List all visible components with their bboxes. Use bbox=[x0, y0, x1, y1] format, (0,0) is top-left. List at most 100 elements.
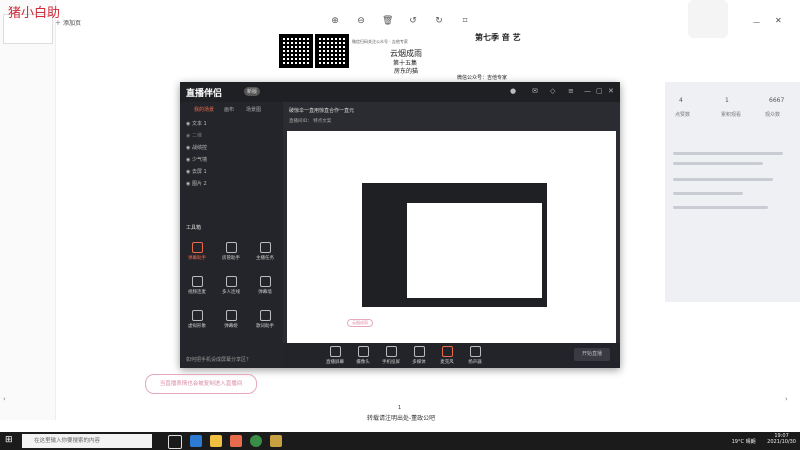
tool-room-admin[interactable]: 房管助手 bbox=[218, 242, 244, 264]
button-screen-share[interactable]: 直播屏幕 bbox=[323, 346, 347, 365]
app-logo: 直播伴侣 bbox=[186, 89, 223, 99]
app-icon[interactable] bbox=[230, 435, 242, 447]
file-explorer-icon[interactable] bbox=[210, 435, 222, 447]
delete-icon[interactable]: 🗑 bbox=[382, 16, 393, 26]
windows-start-icon[interactable]: ⊞ bbox=[5, 435, 15, 445]
zoom-in-icon[interactable]: ⊕ bbox=[330, 16, 340, 26]
multi-link-icon bbox=[225, 276, 237, 287]
layer-item[interactable]: ◉ 去屏 1 bbox=[186, 168, 207, 175]
chrome-icon[interactable] bbox=[250, 435, 262, 447]
media-icon bbox=[413, 346, 425, 357]
crop-icon[interactable]: ⌗ bbox=[460, 16, 470, 26]
doc-footer: 转载请注明出处-董政公吧 bbox=[367, 415, 436, 422]
window-maximize-icon[interactable]: ▢ bbox=[596, 87, 603, 95]
plus-icon: ＋ bbox=[55, 20, 62, 27]
stat-label: 观众数 bbox=[765, 112, 781, 118]
task-icon bbox=[259, 242, 271, 253]
tool-streamer-task[interactable]: 主播任务 bbox=[252, 242, 278, 264]
windows-taskbar: ⊞ 在这里输入你要搜索的内容 19°C 晴朗 19:07 2021/10/30 bbox=[0, 432, 800, 450]
message-icon[interactable]: ✉ bbox=[532, 87, 538, 95]
app-titlebar: 直播伴侣 新版 ● ✉ ◇ ≡ — ▢ ✕ bbox=[180, 82, 620, 102]
watermark-logo: 猪小白助 bbox=[8, 6, 61, 21]
menu-icon[interactable]: ≡ bbox=[568, 87, 574, 95]
chat-line bbox=[673, 206, 768, 209]
tab-my-scene[interactable]: 我的场景 bbox=[194, 106, 214, 113]
avatar-icon bbox=[191, 310, 203, 321]
app-icon[interactable] bbox=[270, 435, 282, 447]
phone-icon bbox=[385, 346, 397, 357]
tool-multi-link[interactable]: 多人连线 bbox=[218, 276, 244, 298]
nested-screen-capture bbox=[362, 183, 547, 307]
add-page-label: 添加页 bbox=[62, 20, 81, 27]
layer-item[interactable]: ◉ 文本 1 bbox=[186, 120, 207, 127]
doc-artist: 房东的猫 bbox=[394, 68, 419, 75]
tab-canvas[interactable]: 画布 bbox=[224, 106, 234, 113]
handwritten-annotation: 当直播表情也会被复制进入直播间 bbox=[145, 374, 257, 394]
clock-date[interactable]: 2021/10/30 bbox=[767, 439, 796, 445]
chat-line bbox=[673, 178, 773, 181]
button-phone-cast[interactable]: 手机投屏 bbox=[379, 346, 403, 365]
tool-danmaku-helper[interactable]: 弹幕助手 bbox=[184, 242, 210, 264]
preview-area: 破惊伞一直用惊直合作一直元 直播间ID： 特点文案 云烟成雨 直播屏幕 摄像头 … bbox=[283, 102, 620, 368]
tool-danmaku-ji[interactable]: 弹幕姬 bbox=[218, 310, 244, 332]
chat-line bbox=[673, 162, 763, 165]
avatar[interactable]: ● bbox=[510, 87, 516, 95]
tool-lyrics[interactable]: 歌词助手 bbox=[252, 310, 278, 332]
tab-scene-image[interactable]: 场景图 bbox=[246, 106, 261, 113]
layer-item[interactable]: ◉ 图片 2 bbox=[186, 180, 207, 187]
minimize-icon[interactable]: — bbox=[753, 18, 760, 26]
stat-value: 6667 bbox=[769, 97, 785, 104]
doc-qr-caption: 微信公众号：吉他专家 bbox=[457, 75, 508, 81]
overlay-note: 云烟成雨 bbox=[347, 319, 373, 327]
page-thumbnail-panel bbox=[0, 0, 56, 420]
tool-virtual-avatar[interactable]: 虚拟形象 bbox=[184, 310, 210, 332]
button-multimedia[interactable]: 多媒体 bbox=[407, 346, 431, 365]
window-minimize-icon[interactable]: — bbox=[584, 87, 591, 95]
edge-icon[interactable] bbox=[190, 435, 202, 447]
start-live-button[interactable]: 开始直播 bbox=[574, 348, 610, 361]
room-subtitle: 直播间ID： 特点文案 bbox=[289, 119, 332, 124]
next-page-icon[interactable]: › bbox=[785, 395, 788, 403]
task-view-icon[interactable] bbox=[168, 435, 182, 449]
layer-item[interactable]: ◉ 战绩控 bbox=[186, 144, 207, 151]
prev-page-icon[interactable]: ‹ bbox=[3, 395, 6, 403]
button-speaker[interactable]: 扬声器 bbox=[463, 346, 487, 365]
layer-item[interactable]: ◉ 二维 bbox=[186, 132, 202, 139]
layer-item[interactable]: ◉ 少气墙 bbox=[186, 156, 207, 163]
scene-sidebar: 我的场景 画布 场景图 ◉ 文本 1 ◉ 二维 ◉ 战绩控 ◉ 少气墙 ◉ 去屏… bbox=[180, 102, 283, 368]
source-toolbar: 直播屏幕 摄像头 手机投屏 多媒体 麦克风 扬声器 开始直播 bbox=[283, 343, 620, 368]
danmaku-icon bbox=[191, 242, 203, 253]
close-icon[interactable]: ✕ bbox=[775, 16, 782, 25]
weather-text[interactable]: 19°C 晴朗 bbox=[732, 439, 756, 445]
video-icon bbox=[191, 276, 203, 287]
zoom-out-icon[interactable]: ⊖ bbox=[356, 16, 366, 26]
rotate-left-icon[interactable]: ↺ bbox=[408, 16, 418, 26]
add-page-button[interactable]: ＋ 添加页 bbox=[55, 18, 81, 27]
toolbox-title: 工具箱 bbox=[186, 225, 202, 231]
button-microphone[interactable]: 麦克风 bbox=[435, 346, 459, 365]
tool-video-link[interactable]: 视频连麦 bbox=[184, 276, 210, 298]
button-camera[interactable]: 摄像头 bbox=[351, 346, 375, 365]
system-tray: 19°C 晴朗 19:07 2021/10/30 bbox=[732, 433, 796, 445]
version-badge: 新版 bbox=[244, 87, 261, 96]
gift-icon[interactable]: ◇ bbox=[550, 87, 555, 95]
speaker-icon bbox=[469, 346, 481, 357]
stat-value: 1 bbox=[725, 97, 729, 104]
window-close-icon[interactable]: ✕ bbox=[608, 87, 614, 95]
taskbar-search-input[interactable]: 在这里输入你要搜索的内容 bbox=[22, 434, 152, 448]
chat-line bbox=[673, 192, 743, 195]
admin-icon bbox=[225, 242, 237, 253]
tips-link[interactable]: 如何把手机设成屏幕分享区？ bbox=[186, 356, 251, 363]
chat-line bbox=[673, 152, 783, 155]
doc-side-text: 微信扫码关注公众号 · 吉他专家 bbox=[352, 39, 408, 44]
microphone-icon bbox=[441, 346, 453, 357]
page-number: 1 bbox=[398, 405, 402, 411]
screen-icon bbox=[329, 346, 341, 357]
lyrics-icon bbox=[259, 310, 271, 321]
stat-label: 点赞数 bbox=[675, 112, 691, 118]
doc-header-title: 第七季 音 艺 bbox=[475, 33, 521, 42]
right-stats-panel: 4 1 6667 点赞数 累积观看 观众数 bbox=[665, 82, 800, 302]
tool-danmaku-wall[interactable]: 弹幕墙 bbox=[252, 276, 278, 298]
rotate-right-icon[interactable]: ↻ bbox=[434, 16, 444, 26]
preview-canvas[interactable]: 云烟成雨 bbox=[287, 131, 616, 343]
